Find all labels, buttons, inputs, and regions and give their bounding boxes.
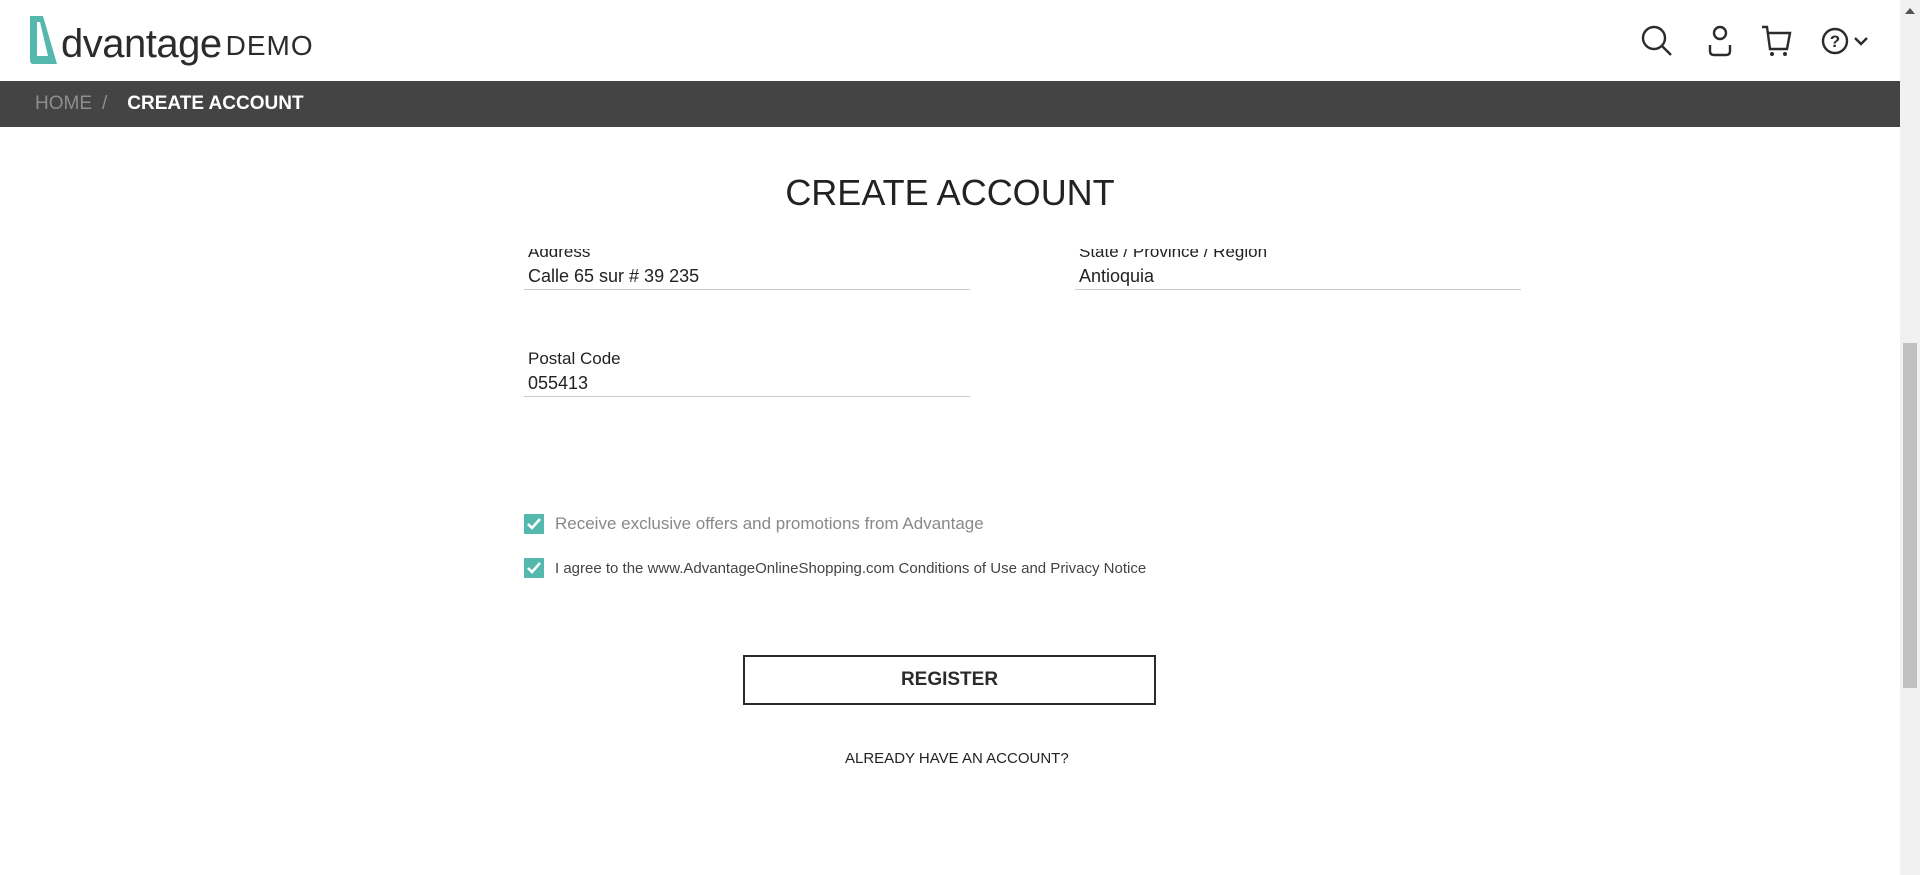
agree-checkbox-row[interactable]: I agree to the www.AdvantageOnlineShoppi… [524, 558, 1146, 578]
state-label: State / Province / Region [1079, 249, 1268, 261]
logo-word: dvantage [61, 22, 222, 66]
scrollbar[interactable] [1900, 0, 1920, 875]
address-field[interactable]: Address [524, 249, 970, 290]
offers-checkbox-row[interactable]: Receive exclusive offers and promotions … [524, 514, 984, 534]
already-have-account-link[interactable]: ALREADY HAVE AN ACCOUNT? [845, 750, 1069, 767]
scroll-up-icon[interactable] [1905, 8, 1915, 14]
header: dvantage DEMO ? [0, 0, 1900, 81]
agree-checkbox[interactable] [524, 558, 544, 578]
agree-label: I agree to the www.AdvantageOnlineShoppi… [555, 559, 1147, 577]
logo-mark-icon [30, 16, 57, 64]
cart-icon[interactable] [1760, 24, 1794, 58]
offers-checkbox[interactable] [524, 514, 544, 534]
search-icon[interactable] [1640, 24, 1674, 58]
help-icon[interactable]: ? [1820, 24, 1854, 58]
breadcrumb-home[interactable]: HOME [35, 93, 92, 115]
postal-code-input[interactable] [528, 373, 958, 394]
register-button[interactable]: REGISTER [743, 655, 1156, 705]
postal-code-field[interactable]: Postal Code [524, 349, 970, 397]
breadcrumb: HOME / CREATE ACCOUNT [0, 81, 1900, 127]
check-icon [527, 562, 541, 574]
address-label: Address [528, 249, 591, 261]
chevron-down-icon[interactable] [1852, 24, 1870, 58]
check-icon [527, 518, 541, 530]
page-title: CREATE ACCOUNT [0, 171, 1900, 249]
user-icon[interactable] [1703, 24, 1737, 58]
logo[interactable]: dvantage DEMO [29, 12, 314, 66]
create-account-form: CREATE ACCOUNT Address State / Province … [0, 127, 1900, 875]
offers-label: Receive exclusive offers and promotions … [555, 514, 984, 533]
scrollbar-thumb[interactable] [1903, 343, 1917, 688]
svg-text:?: ? [1830, 32, 1840, 51]
breadcrumb-current: CREATE ACCOUNT [127, 93, 304, 114]
logo-demo: DEMO [225, 30, 314, 61]
breadcrumb-separator: / [102, 93, 108, 114]
state-input[interactable] [1079, 266, 1509, 287]
address-input[interactable] [528, 266, 958, 287]
postal-code-label: Postal Code [528, 349, 621, 368]
state-field[interactable]: State / Province / Region [1075, 249, 1521, 290]
